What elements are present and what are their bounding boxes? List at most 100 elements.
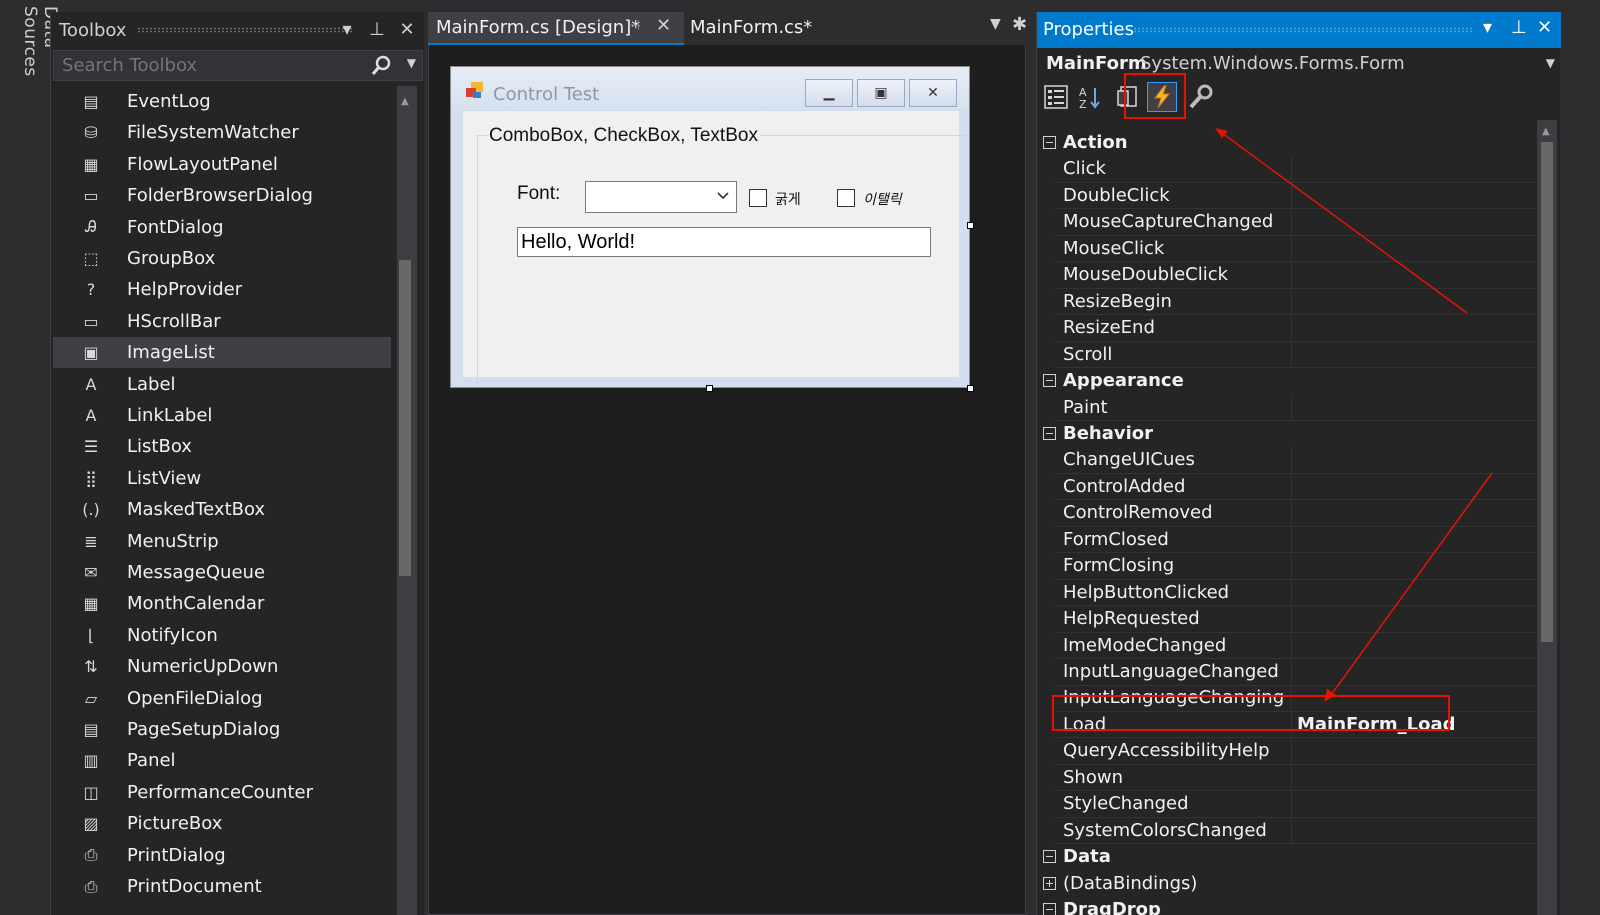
- property-row[interactable]: HelpRequested: [1037, 606, 1535, 633]
- properties-scrollbar[interactable]: ▲: [1537, 120, 1557, 915]
- property-row[interactable]: StyleChanged: [1037, 791, 1535, 818]
- property-row[interactable]: SystemColorsChanged: [1037, 817, 1535, 845]
- expand-icon[interactable]: [1043, 876, 1056, 890]
- property-row[interactable]: FormClosing: [1037, 553, 1535, 580]
- toolbox-item[interactable]: ▣ ImageList: [53, 337, 391, 369]
- toolbox-item[interactable]: ⌊ NotifyIcon: [53, 620, 391, 651]
- font-combobox[interactable]: [585, 181, 737, 213]
- minimize-button[interactable]: ▁: [805, 79, 853, 107]
- toolbox-item[interactable]: ⛁ FileSystemWatcher: [53, 117, 391, 148]
- property-row[interactable]: Scroll: [1037, 341, 1535, 369]
- object-selector[interactable]: MainForm System.Windows.Forms.Form ▼: [1037, 50, 1561, 78]
- property-row[interactable]: (DataBindings): [1037, 871, 1535, 898]
- toolbox-item[interactable]: ≣ MenuStrip: [53, 526, 391, 557]
- toolbox-item[interactable]: ▦ FlowLayoutPanel: [53, 149, 391, 180]
- toolbox-item[interactable]: ◫ PerformanceCounter: [53, 777, 391, 808]
- scroll-up-icon[interactable]: ▲: [401, 96, 409, 107]
- collapse-icon[interactable]: [1043, 136, 1056, 149]
- property-category[interactable]: Action: [1037, 130, 1535, 157]
- toolbox-item[interactable]: ▤ PageSetupDialog: [53, 714, 391, 745]
- property-row[interactable]: QueryAccessibilityHelp: [1037, 738, 1535, 765]
- gear-icon[interactable]: ✱: [1012, 14, 1027, 35]
- toolbox-item[interactable]: A Label: [53, 369, 391, 400]
- categorized-button[interactable]: [1041, 82, 1071, 112]
- toolbox-search-box[interactable]: ▼: [53, 50, 423, 81]
- toolbox-search-input[interactable]: [60, 54, 364, 77]
- toolbox-item[interactable]: ▭ HScrollBar: [53, 306, 391, 337]
- toolbox-item[interactable]: ⇅ NumericUpDown: [53, 651, 391, 682]
- pin-icon[interactable]: ⊥: [1511, 17, 1527, 38]
- toolbox-item[interactable]: A LinkLabel: [53, 400, 391, 431]
- property-row[interactable]: HelpButtonClicked: [1037, 579, 1535, 607]
- alphabetical-button[interactable]: AZ: [1075, 82, 1105, 112]
- close-icon[interactable]: ✕: [1537, 17, 1552, 38]
- property-row[interactable]: ResizeEnd: [1037, 315, 1535, 342]
- chevron-down-icon[interactable]: [716, 190, 730, 202]
- property-row[interactable]: Shown: [1037, 764, 1535, 792]
- toolbox-item[interactable]: ▨ PictureBox: [53, 808, 391, 839]
- collapse-icon[interactable]: [1043, 426, 1056, 440]
- property-row[interactable]: ResizeBegin: [1037, 288, 1535, 316]
- close-window-button[interactable]: ✕: [909, 79, 957, 107]
- bold-checkbox[interactable]: [749, 189, 767, 207]
- property-row[interactable]: ChangeUICues: [1037, 447, 1535, 474]
- collapse-icon[interactable]: [1043, 903, 1056, 915]
- toolbox-item[interactable]: ▥ Panel: [53, 745, 391, 776]
- tab-mainform-code[interactable]: MainForm.cs*: [684, 12, 884, 45]
- collapse-icon[interactable]: [1043, 374, 1056, 388]
- tab-mainform-design[interactable]: MainForm.cs [Design]* ⊣ ✕: [428, 12, 684, 45]
- designer-form[interactable]: Control Test ▁ ▣ ✕ ComboBox, CheckBox, T…: [450, 66, 970, 388]
- scroll-up-icon[interactable]: ▲: [1542, 126, 1550, 137]
- property-row[interactable]: DoubleClick: [1037, 182, 1535, 210]
- close-icon[interactable]: ✕: [398, 18, 416, 42]
- property-row[interactable]: MouseClick: [1037, 235, 1535, 263]
- property-row[interactable]: MouseCaptureChanged: [1037, 209, 1535, 236]
- search-icon[interactable]: [370, 55, 392, 77]
- tab-list-dropdown-icon[interactable]: ▼: [990, 16, 1001, 32]
- groupbox[interactable]: [477, 135, 968, 386]
- data-sources-tab[interactable]: Data Sources: [12, 0, 60, 120]
- hello-textbox[interactable]: Hello, World!: [517, 227, 931, 257]
- settings-button[interactable]: [1185, 82, 1215, 112]
- resize-handle-corner[interactable]: [967, 385, 974, 392]
- property-row[interactable]: InputLanguageChanged: [1037, 659, 1535, 686]
- property-category[interactable]: DragDrop: [1037, 897, 1535, 915]
- scroll-thumb[interactable]: [399, 260, 411, 576]
- collapse-icon[interactable]: [1043, 850, 1056, 864]
- toolbox-item[interactable]: ▭ FolderBrowserDialog: [53, 180, 391, 211]
- pin-icon[interactable]: ⊥: [368, 18, 386, 42]
- toolbox-item[interactable]: ▦ MonthCalendar: [53, 588, 391, 619]
- chevron-down-icon[interactable]: ▼: [1546, 56, 1555, 70]
- search-options-icon[interactable]: ▼: [407, 56, 416, 70]
- property-category[interactable]: Behavior: [1037, 421, 1535, 448]
- toolbox-item[interactable]: ⬚ GroupBox: [53, 243, 391, 274]
- property-row[interactable]: ControlAdded: [1037, 473, 1535, 501]
- maximize-button[interactable]: ▣: [857, 79, 905, 107]
- toolbox-item[interactable]: ✉ MessageQueue: [53, 557, 391, 588]
- toolbox-item[interactable]: (.) MaskedTextBox: [53, 494, 391, 525]
- property-row[interactable]: MouseDoubleClick: [1037, 262, 1535, 289]
- toolbox-item[interactable]: Ꭿ FontDialog: [53, 212, 391, 243]
- property-row[interactable]: Paint: [1037, 394, 1535, 421]
- panel-dropdown-icon[interactable]: ▾: [338, 18, 356, 42]
- resize-handle-right[interactable]: [967, 222, 974, 229]
- toolbox-item[interactable]: ⣿ ListView: [53, 463, 391, 494]
- panel-dropdown-icon[interactable]: ▾: [1483, 17, 1492, 38]
- property-row[interactable]: ControlRemoved: [1037, 500, 1535, 527]
- tab-close-icon[interactable]: ✕: [656, 15, 671, 36]
- toolbox-item[interactable]: ⎙ PrintDialog: [53, 840, 391, 871]
- property-row[interactable]: Click: [1037, 156, 1535, 183]
- resize-handle-bottom[interactable]: [706, 385, 713, 392]
- toolbox-item[interactable]: ☰ ListBox: [53, 431, 391, 462]
- italic-checkbox[interactable]: [837, 189, 855, 207]
- toolbox-item[interactable]: ▱ OpenFileDialog: [53, 683, 391, 714]
- property-row[interactable]: ImeModeChanged: [1037, 632, 1535, 660]
- scroll-thumb[interactable]: [1541, 142, 1553, 642]
- toolbox-item[interactable]: ▤ EventLog: [53, 86, 391, 117]
- property-category[interactable]: Data: [1037, 844, 1535, 871]
- toolbox-item[interactable]: ⎙ PrintDocument: [53, 871, 391, 902]
- property-row[interactable]: FormClosed: [1037, 526, 1535, 554]
- toolbox-item[interactable]: ? HelpProvider: [53, 274, 391, 305]
- tab-pin-icon[interactable]: ⊣: [628, 18, 640, 34]
- property-category[interactable]: Appearance: [1037, 368, 1535, 395]
